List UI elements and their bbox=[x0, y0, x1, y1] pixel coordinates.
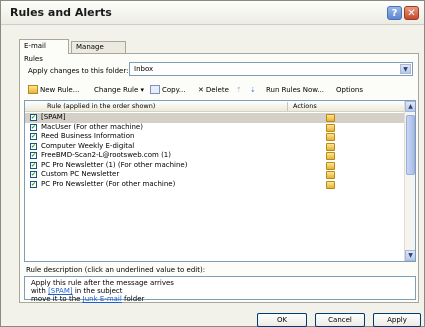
move-down-button[interactable]: ⇣ bbox=[250, 83, 256, 97]
rules-list-header: Rule (applied in the order shown) Action… bbox=[25, 101, 405, 112]
rule-name: Custom PC Newsletter bbox=[41, 170, 120, 178]
rules-toolbar: New Rule... Change Rule ▾ Copy... ✕ Delet… bbox=[28, 83, 418, 97]
rule-enabled-checkbox[interactable]: ✔ bbox=[30, 161, 37, 169]
change-rule-label: Change Rule ▾ bbox=[94, 86, 145, 94]
move-up-button[interactable]: ⇡ bbox=[236, 83, 242, 97]
rule-name: MacUser (For other machine) bbox=[41, 122, 143, 131]
column-header-rule[interactable]: Rule (applied in the order shown) bbox=[47, 102, 155, 110]
arrow-up-icon: ⇡ bbox=[236, 86, 242, 94]
run-rules-label: Run Rules Now... bbox=[266, 86, 325, 94]
description-line-2-prefix: with bbox=[31, 287, 49, 295]
new-rule-label: New Rule... bbox=[40, 86, 80, 94]
apply-changes-label: Apply changes to this folder: bbox=[28, 67, 129, 75]
rules-rows: ✔ [SPAM] ✔ MacUser (For other machine) ✔ Reed… bbox=[25, 113, 405, 189]
rule-row[interactable]: ✔ Computer Weekly E-digital bbox=[25, 142, 405, 152]
scroll-up-button[interactable]: ▲ bbox=[405, 101, 415, 112]
rule-row[interactable]: ✔ MacUser (For other machine) bbox=[25, 123, 405, 133]
rule-action-icon bbox=[326, 114, 335, 122]
rule-row[interactable]: ✔ PC Pro Newsletter (1) (For other machin… bbox=[25, 161, 405, 171]
spam-value-link[interactable]: [SPAM] bbox=[48, 287, 73, 295]
rule-enabled-checkbox[interactable]: ✔ bbox=[30, 142, 37, 150]
description-line-1: Apply this rule after the message arrive… bbox=[31, 279, 174, 287]
tab-manage-alerts[interactable]: Manage Alerts bbox=[71, 41, 126, 62]
email-rules-panel: Apply changes to this folder: Inbox ▼ Ne… bbox=[19, 53, 419, 303]
apply-button[interactable]: Apply bbox=[373, 313, 421, 327]
rule-name: PC Pro Newsletter (1) (For other machine… bbox=[41, 160, 188, 169]
column-divider bbox=[287, 102, 288, 111]
rule-name: Reed Business Information bbox=[41, 132, 135, 140]
rule-name: FreeBMD-Scan2-L@rootsweb.com (1) bbox=[41, 151, 171, 159]
delete-label: Delete bbox=[205, 86, 229, 94]
folder-select-value: Inbox bbox=[134, 65, 154, 73]
help-button[interactable]: ? bbox=[387, 6, 402, 20]
description-line-2-suffix: in the subject bbox=[72, 287, 123, 295]
rule-row[interactable]: ✔ Reed Business Information bbox=[25, 132, 405, 142]
arrow-down-icon: ⇣ bbox=[250, 86, 256, 94]
rule-enabled-checkbox[interactable]: ✔ bbox=[30, 133, 37, 140]
close-button[interactable]: ✕ bbox=[404, 6, 419, 20]
cancel-button[interactable]: Cancel bbox=[315, 313, 365, 327]
rule-action-icon bbox=[326, 142, 335, 151]
window-title: Rules and Alerts bbox=[10, 6, 112, 19]
options-button[interactable]: Options bbox=[336, 83, 363, 97]
rule-name: PC Pro Newsletter (For other machine) bbox=[41, 179, 176, 188]
rule-enabled-checkbox[interactable]: ✔ bbox=[30, 114, 37, 121]
scrollbar-thumb[interactable] bbox=[406, 115, 415, 175]
rule-name: [SPAM] bbox=[41, 113, 66, 121]
tab-email-rules[interactable]: E-mail Rules bbox=[19, 39, 69, 63]
copy-icon bbox=[150, 85, 160, 94]
chevron-down-icon[interactable]: ▼ bbox=[400, 64, 411, 74]
rule-action-icon bbox=[326, 133, 335, 141]
column-header-actions[interactable]: Actions bbox=[293, 102, 317, 110]
options-label: Options bbox=[336, 86, 364, 94]
rules-list[interactable]: Rule (applied in the order shown) Action… bbox=[24, 100, 416, 262]
rule-action-icon bbox=[326, 180, 335, 189]
junk-email-folder-link[interactable]: Junk E-mail bbox=[83, 295, 122, 303]
rule-action-icon bbox=[326, 161, 335, 170]
copy-rule-button[interactable]: Copy... bbox=[150, 83, 185, 97]
new-rule-button[interactable]: New Rule... bbox=[28, 83, 79, 97]
rule-row[interactable]: ✔ Custom PC Newsletter bbox=[25, 170, 405, 180]
rule-row[interactable]: ✔ PC Pro Newsletter (For other machine) bbox=[25, 180, 405, 190]
description-line-2: with [SPAM] in the subject bbox=[31, 287, 409, 295]
folder-select[interactable]: Inbox ▼ bbox=[129, 62, 413, 76]
rule-action-icon bbox=[326, 171, 335, 179]
rule-row[interactable]: ✔ [SPAM] bbox=[25, 113, 405, 123]
scroll-down-button[interactable]: ▼ bbox=[405, 250, 415, 261]
rule-action-icon bbox=[326, 123, 335, 132]
copy-label: Copy... bbox=[162, 86, 186, 94]
description-line-3-prefix: move it to the bbox=[31, 295, 83, 303]
ok-button[interactable]: OK bbox=[257, 313, 307, 327]
description-line-3-suffix: folder bbox=[121, 295, 145, 303]
delete-rule-button[interactable]: ✕ Delete bbox=[198, 83, 229, 97]
change-rule-button[interactable]: Change Rule ▾ bbox=[94, 83, 144, 97]
rules-scrollbar[interactable]: ▲ ▼ bbox=[404, 101, 415, 261]
rule-action-icon bbox=[326, 152, 335, 160]
delete-icon: ✕ bbox=[198, 86, 204, 94]
description-line-3: move it to the Junk E-mail folder bbox=[31, 295, 409, 303]
rule-enabled-checkbox[interactable]: ✔ bbox=[30, 171, 37, 178]
rule-description-label: Rule description (click an underlined va… bbox=[26, 266, 206, 274]
rule-description-box: Apply this rule after the message arrive… bbox=[24, 276, 416, 303]
new-rule-icon bbox=[28, 85, 38, 94]
rule-enabled-checkbox[interactable]: ✔ bbox=[30, 123, 37, 131]
rule-enabled-checkbox[interactable]: ✔ bbox=[30, 180, 37, 188]
title-bar: Rules and Alerts ? ✕ bbox=[1, 1, 424, 25]
rule-row[interactable]: ✔ FreeBMD-Scan2-L@rootsweb.com (1) bbox=[25, 151, 405, 161]
rule-name: Computer Weekly E-digital bbox=[41, 141, 135, 150]
rule-enabled-checkbox[interactable]: ✔ bbox=[30, 152, 37, 159]
rules-and-alerts-dialog: Rules and Alerts ? ✕ E-mail Rules Manage… bbox=[0, 0, 425, 327]
run-rules-button[interactable]: Run Rules Now... bbox=[266, 83, 324, 97]
